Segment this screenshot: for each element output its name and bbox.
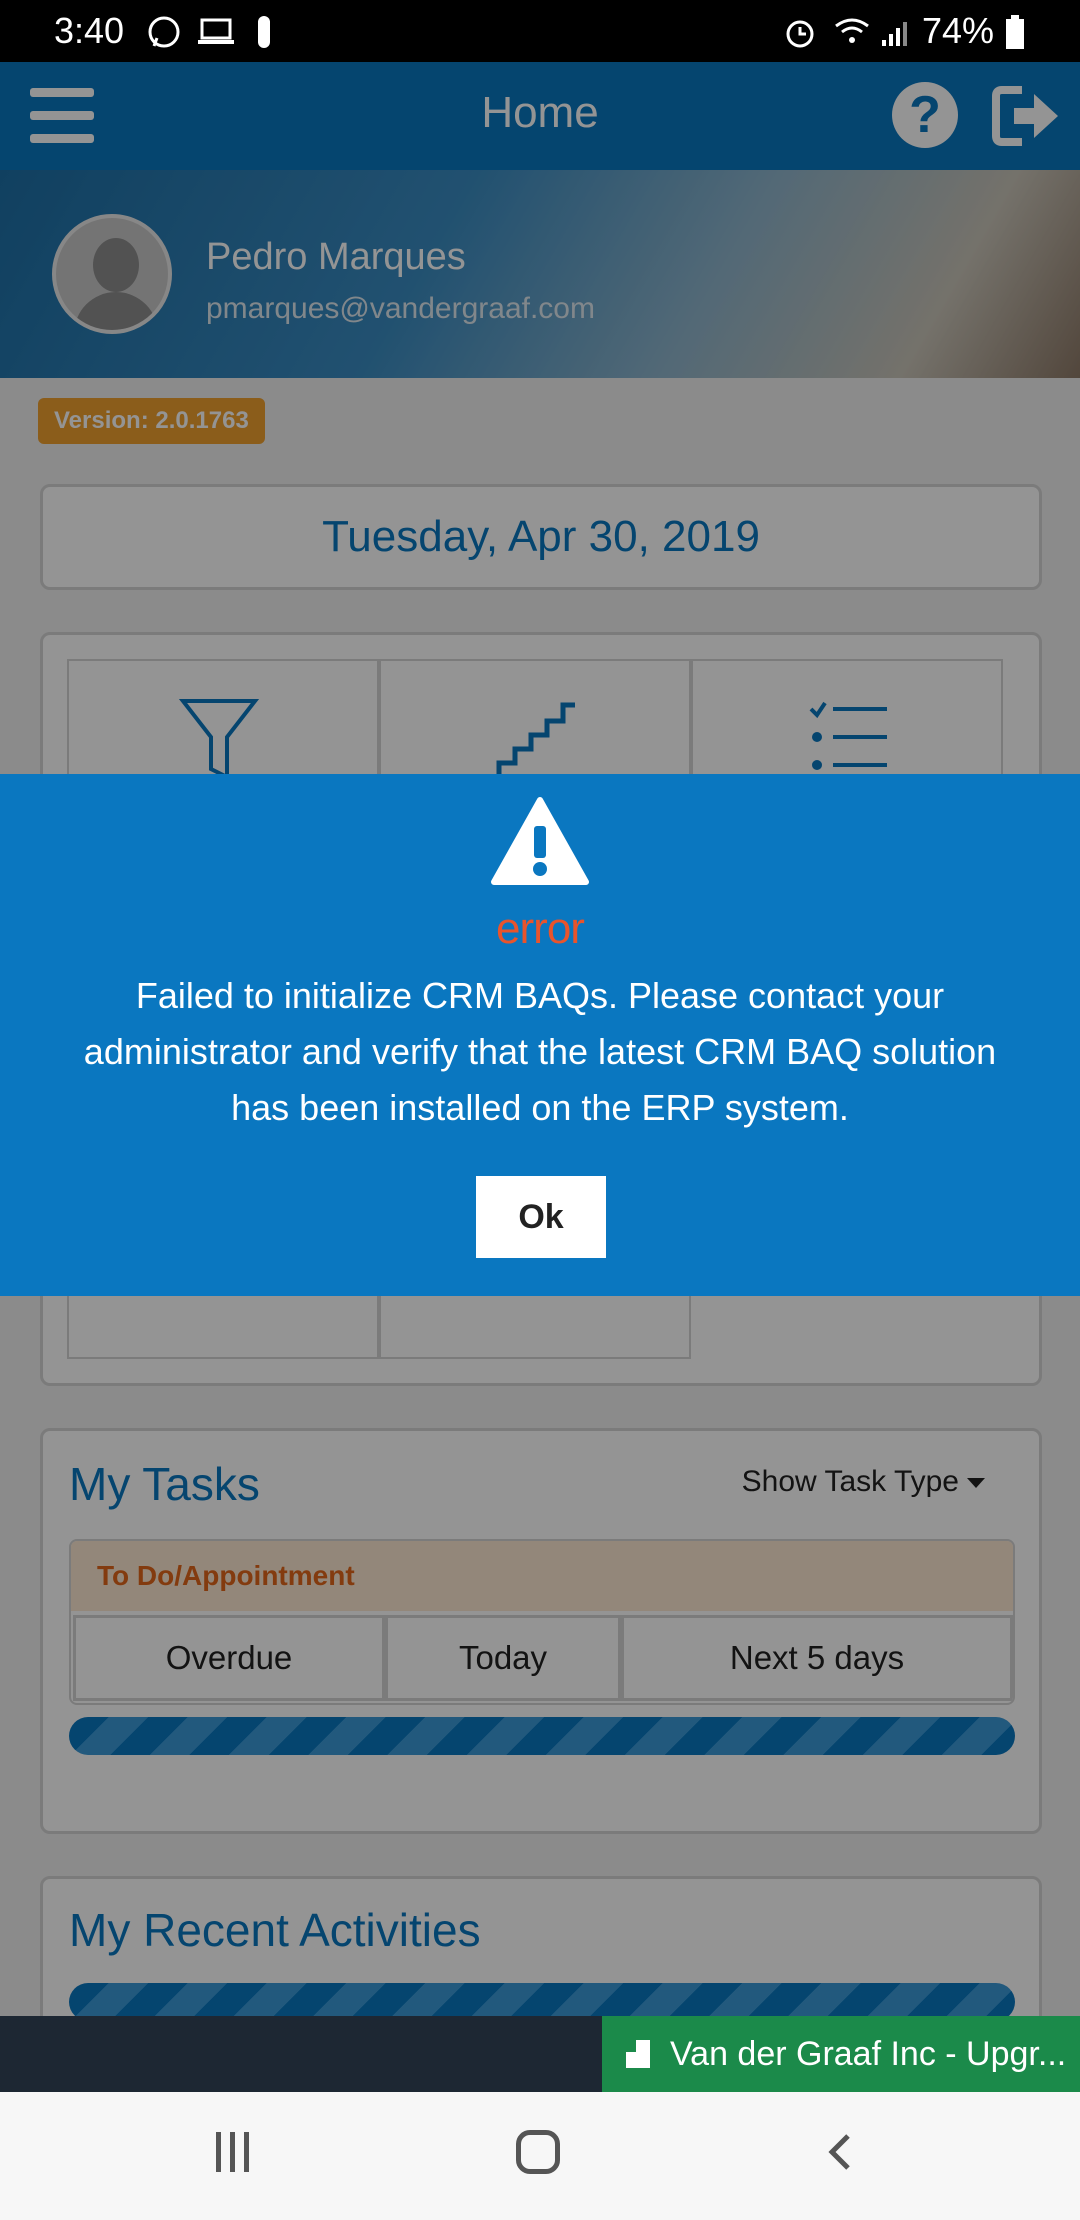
usb-icon xyxy=(258,16,270,48)
building-icon xyxy=(626,2040,650,2068)
alarm-icon xyxy=(786,20,814,48)
home-icon[interactable] xyxy=(516,2130,560,2174)
laptop-icon xyxy=(198,18,234,44)
battery-percent: 74% xyxy=(922,10,995,51)
error-dialog: error Failed to initialize CRM BAQs. Ple… xyxy=(0,774,1080,1296)
recent-apps-icon[interactable] xyxy=(212,2132,256,2172)
bottom-taskbar: Van der Graaf Inc - Upgr... xyxy=(0,2016,1080,2092)
dialog-message: Failed to initialize CRM BAQs. Please co… xyxy=(83,975,997,1128)
signal-icon xyxy=(882,22,907,46)
status-bar: 3:40 74% xyxy=(0,0,1080,62)
back-icon[interactable] xyxy=(826,2132,852,2172)
battery-icon xyxy=(1006,15,1024,49)
taskbar-app-label: Van der Graaf Inc - Upgr... xyxy=(670,2035,1067,2073)
ok-button[interactable]: Ok xyxy=(476,1176,606,1258)
warning-icon xyxy=(491,797,589,885)
status-time: 3:40 xyxy=(54,10,125,51)
system-nav-bar xyxy=(0,2092,1080,2220)
dialog-title: error xyxy=(496,904,585,953)
whatsapp-icon xyxy=(148,16,180,48)
taskbar-app[interactable]: Van der Graaf Inc - Upgr... xyxy=(602,2016,1080,2092)
wifi-icon xyxy=(835,18,869,43)
